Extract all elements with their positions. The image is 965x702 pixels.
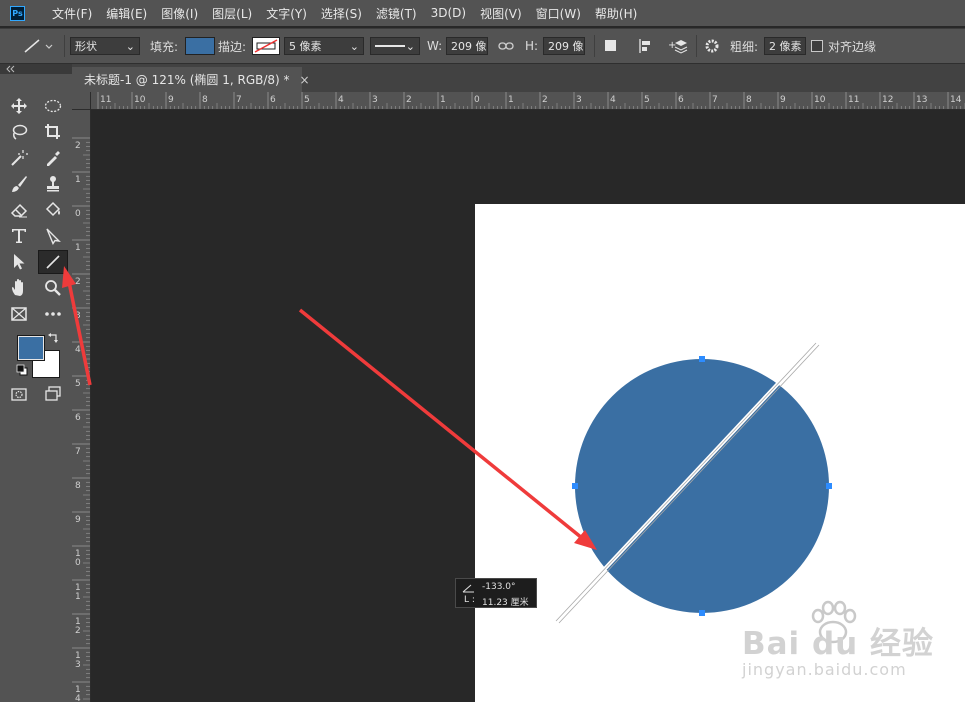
ellipse-shape[interactable] — [575, 359, 829, 613]
watermark-brand: Bai du 经验 — [742, 626, 935, 662]
angle-icon — [462, 584, 474, 593]
length-label: L : — [464, 595, 475, 605]
ellipse-anchor-bottom[interactable] — [699, 610, 705, 616]
angle-length-readout: -133.0° L : 11.23 厘米 — [455, 578, 537, 608]
ellipse-anchor-top[interactable] — [699, 356, 705, 362]
ellipse-anchor-right[interactable] — [826, 483, 832, 489]
length-value: 11.23 厘米 — [482, 598, 529, 608]
ellipse-anchor-left[interactable] — [572, 483, 578, 489]
baidu-watermark: Bai du 经验 jingyan.baidu.com — [742, 598, 962, 688]
angle-value: -133.0° — [482, 582, 516, 592]
annotation-arrow-canvas — [298, 308, 597, 550]
annotation-arrow-toolbar — [62, 266, 92, 386]
watermark-url: jingyan.baidu.com — [742, 660, 907, 679]
